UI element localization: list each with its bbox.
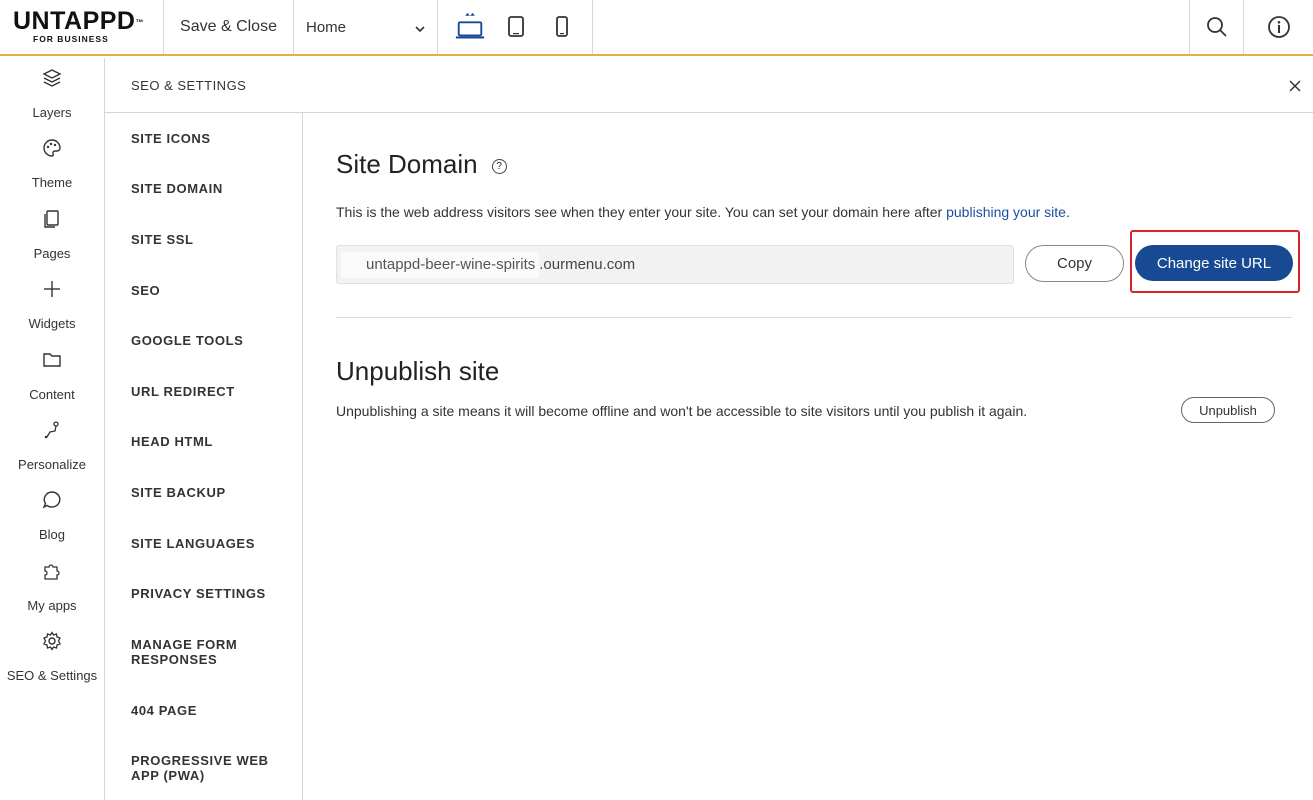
rail-label: Blog xyxy=(38,527,66,543)
device-switcher xyxy=(438,0,593,54)
desktop-icon[interactable] xyxy=(454,7,486,47)
nav-item-404-page[interactable]: 404 PAGE xyxy=(131,703,291,718)
layers-icon xyxy=(42,68,62,93)
unpublish-description: Unpublishing a site means it will become… xyxy=(336,403,1028,419)
close-icon[interactable] xyxy=(1285,76,1305,96)
divider xyxy=(336,317,1292,318)
rail-label: Theme xyxy=(31,175,73,191)
panel-header: SEO & SETTINGS xyxy=(105,58,1313,113)
rail-label: My apps xyxy=(27,597,77,613)
rail-item-content[interactable]: Content xyxy=(0,340,104,410)
rail-item-blog[interactable]: Blog xyxy=(0,480,104,550)
nav-item-url-redirect[interactable]: URL REDIRECT xyxy=(131,384,291,399)
page-select-value: Home xyxy=(306,18,347,36)
rail-label: Personalize xyxy=(18,456,86,472)
save-close-button[interactable]: Save & Close xyxy=(164,0,294,54)
nav-item-site-domain[interactable]: SITE DOMAIN xyxy=(131,181,291,196)
nav-item-site-icons[interactable]: SITE ICONS xyxy=(131,131,291,146)
rail-label: Content xyxy=(29,386,75,402)
nav-item-head-html[interactable]: HEAD HTML xyxy=(131,434,291,449)
nav-item-seo[interactable]: SEO xyxy=(131,283,291,298)
nav-item-site-backup[interactable]: SITE BACKUP xyxy=(131,485,291,500)
unpublish-heading: Unpublish site xyxy=(336,356,500,386)
puzzle-icon xyxy=(42,561,62,586)
plus-icon xyxy=(42,279,62,304)
gear-icon xyxy=(42,631,62,656)
help-icon[interactable]: ? xyxy=(491,158,507,174)
nav-item-pwa[interactable]: PROGRESSIVE WEB APP (PWA) xyxy=(131,753,271,783)
nav-item-privacy-settings[interactable]: PRIVACY SETTINGS xyxy=(131,586,291,601)
palette-icon xyxy=(42,138,62,163)
subdomain-value: untappd-beer-wine-spirits xyxy=(341,251,540,278)
mobile-icon[interactable] xyxy=(546,7,578,47)
logo: UNTAPPD™ FOR BUSINESS xyxy=(0,0,164,54)
rail-label: Pages xyxy=(33,245,71,261)
nav-item-google-tools[interactable]: GOOGLE TOOLS xyxy=(131,333,291,348)
chat-icon xyxy=(42,490,62,515)
personalize-icon xyxy=(42,420,62,445)
rail-label: Widgets xyxy=(28,316,76,332)
rail-item-theme[interactable]: Theme xyxy=(0,128,104,198)
domain-field[interactable]: untappd-beer-wine-spirits .ourmenu.com xyxy=(336,245,1014,284)
nav-item-site-ssl[interactable]: SITE SSL xyxy=(131,232,291,247)
left-rail: Layers Theme Pages Widgets Content Perso… xyxy=(0,58,105,800)
copy-button[interactable]: Copy xyxy=(1025,245,1124,282)
nav-item-manage-form-responses[interactable]: MANAGE FORM RESPONSES xyxy=(131,637,261,667)
pages-icon xyxy=(42,209,62,234)
logo-subtext: FOR BUSINESS xyxy=(33,34,109,44)
unpublish-button[interactable]: Unpublish xyxy=(1181,397,1275,423)
tablet-icon[interactable] xyxy=(500,7,532,47)
info-icon[interactable] xyxy=(1243,0,1313,54)
rail-item-pages[interactable]: Pages xyxy=(0,199,104,269)
chevron-down-icon xyxy=(415,19,425,36)
top-bar: UNTAPPD™ FOR BUSINESS Save & Close Home xyxy=(0,0,1313,56)
publishing-link[interactable]: publishing your site xyxy=(946,204,1066,220)
site-domain-description: This is the web address visitors see whe… xyxy=(336,204,1070,220)
domain-suffix: .ourmenu.com xyxy=(539,256,636,273)
rail-item-personalize[interactable]: Personalize xyxy=(0,410,104,480)
logo-text: UNTAPPD™ xyxy=(13,7,144,35)
rail-item-layers[interactable]: Layers xyxy=(0,58,104,128)
rail-label: SEO & Settings xyxy=(6,668,98,684)
change-site-url-button[interactable]: Change site URL xyxy=(1135,245,1293,281)
nav-item-site-languages[interactable]: SITE LANGUAGES xyxy=(131,536,291,551)
rail-item-seo-settings[interactable]: SEO & Settings xyxy=(0,621,104,691)
rail-label: Layers xyxy=(32,105,72,120)
settings-nav: SITE ICONS SITE DOMAIN SITE SSL SEO GOOG… xyxy=(105,113,303,800)
panel-title: SEO & SETTINGS xyxy=(131,77,247,93)
main-content: Site Domain ? This is the web address vi… xyxy=(303,113,1313,800)
rail-item-my-apps[interactable]: My apps xyxy=(0,551,104,621)
folder-icon xyxy=(42,350,62,375)
rail-item-widgets[interactable]: Widgets xyxy=(0,269,104,339)
site-domain-title: Site Domain xyxy=(336,149,478,179)
search-icon[interactable] xyxy=(1189,0,1243,54)
site-domain-heading: Site Domain ? xyxy=(336,149,507,180)
page-select[interactable]: Home xyxy=(294,0,438,54)
